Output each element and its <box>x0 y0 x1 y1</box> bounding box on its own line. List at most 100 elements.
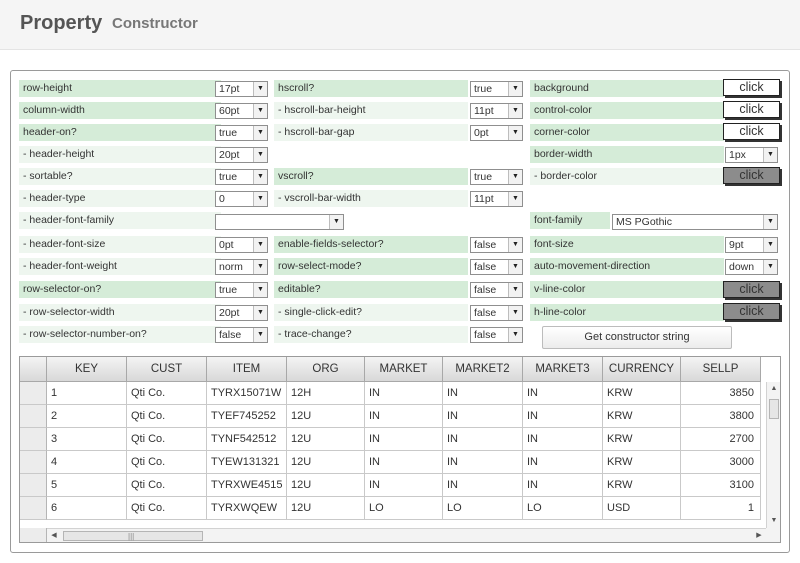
column-header-market[interactable]: MARKET <box>365 357 443 382</box>
grid-cell[interactable]: KRW <box>603 382 681 405</box>
grid-cell[interactable]: IN <box>523 451 603 474</box>
corner-color-button[interactable]: click <box>723 123 780 140</box>
grid-cell[interactable]: IN <box>365 405 443 428</box>
grid-cell[interactable]: IN <box>365 451 443 474</box>
border-color-button[interactable]: click <box>723 167 780 184</box>
grid-cell[interactable]: 12U <box>287 428 365 451</box>
row-selector-width-select[interactable]: 20pt ▼ <box>215 305 268 321</box>
grid-cell[interactable]: USD <box>603 497 681 520</box>
grid-cell[interactable]: 3850 <box>681 382 761 405</box>
grid-cell[interactable]: IN <box>365 474 443 497</box>
header-font-size-select[interactable]: 0pt ▼ <box>215 237 268 253</box>
column-header-market2[interactable]: MARKET2 <box>443 357 523 382</box>
grid-cell[interactable]: IN <box>443 382 523 405</box>
vscroll-select[interactable]: true ▼ <box>470 169 523 185</box>
grid-cell[interactable]: 4 <box>47 451 127 474</box>
header-font-family-select[interactable]: ▼ <box>215 214 344 230</box>
grid-cell[interactable]: 6 <box>47 497 127 520</box>
vscroll-bar-width-select[interactable]: 11pt ▼ <box>470 191 523 207</box>
grid-cell[interactable]: TYRXWE4515 <box>207 474 287 497</box>
hscroll-select[interactable]: true ▼ <box>470 81 523 97</box>
grid-cell[interactable]: IN <box>365 382 443 405</box>
grid-cell[interactable]: KRW <box>603 428 681 451</box>
grid-cell[interactable]: 3100 <box>681 474 761 497</box>
grid-cell[interactable]: IN <box>443 451 523 474</box>
enable-fields-selector-select[interactable]: false ▼ <box>470 237 523 253</box>
background-color-button[interactable]: click <box>723 79 780 96</box>
row-selector[interactable] <box>20 405 47 428</box>
row-selector[interactable] <box>20 497 47 520</box>
grid-cell[interactable]: 5 <box>47 474 127 497</box>
row-select-mode-select[interactable]: false ▼ <box>470 259 523 275</box>
row-selector[interactable] <box>20 382 47 405</box>
scroll-up-icon[interactable]: ▲ <box>767 382 780 396</box>
column-width-select[interactable]: 60pt ▼ <box>215 103 268 119</box>
column-header-market3[interactable]: MARKET3 <box>523 357 603 382</box>
grid-cell[interactable]: 12U <box>287 451 365 474</box>
grid-cell[interactable]: IN <box>443 405 523 428</box>
font-size-select[interactable]: 9pt ▼ <box>725 237 778 253</box>
grid-cell[interactable]: LO <box>365 497 443 520</box>
sortable-select[interactable]: true ▼ <box>215 169 268 185</box>
column-header-currency[interactable]: CURRENCY <box>603 357 681 382</box>
grid-cell[interactable]: KRW <box>603 474 681 497</box>
grid-cell[interactable]: 1 <box>47 382 127 405</box>
grid-cell[interactable]: 12U <box>287 474 365 497</box>
grid-cell[interactable]: TYEF745252 <box>207 405 287 428</box>
grid-cell[interactable]: IN <box>523 382 603 405</box>
trace-change-select[interactable]: false ▼ <box>470 327 523 343</box>
grid-cell[interactable]: KRW <box>603 451 681 474</box>
column-header-org[interactable]: ORG <box>287 357 365 382</box>
grid-cell[interactable]: IN <box>443 474 523 497</box>
row-selector-on-select[interactable]: true ▼ <box>215 282 268 298</box>
grid-cell[interactable]: TYEW131321 <box>207 451 287 474</box>
grid-cell[interactable]: Qti Co. <box>127 405 207 428</box>
grid-cell[interactable]: 12U <box>287 405 365 428</box>
grid-cell[interactable]: 12U <box>287 497 365 520</box>
vertical-scrollbar[interactable]: ▲ ▼ <box>766 382 780 528</box>
grid-cell[interactable]: 3000 <box>681 451 761 474</box>
row-selector[interactable] <box>20 451 47 474</box>
v-line-color-button[interactable]: click <box>723 281 780 298</box>
header-type-select[interactable]: 0 ▼ <box>215 191 268 207</box>
single-click-edit-select[interactable]: false ▼ <box>470 305 523 321</box>
auto-movement-direction-select[interactable]: down ▼ <box>725 259 778 275</box>
control-color-button[interactable]: click <box>723 101 780 118</box>
header-height-select[interactable]: 20pt ▼ <box>215 147 268 163</box>
horizontal-scroll-thumb[interactable]: ||| <box>63 531 203 541</box>
grid-cell[interactable]: 2 <box>47 405 127 428</box>
grid-cell[interactable]: TYNF542512 <box>207 428 287 451</box>
scroll-down-icon[interactable]: ▼ <box>767 514 780 528</box>
font-family-select[interactable]: MS PGothic ▼ <box>612 214 778 230</box>
row-selector[interactable] <box>20 474 47 497</box>
vertical-scroll-thumb[interactable] <box>769 399 779 419</box>
hscroll-bar-height-select[interactable]: 11pt ▼ <box>470 103 523 119</box>
editable-select[interactable]: false ▼ <box>470 282 523 298</box>
grid-cell[interactable]: TYRX15071W <box>207 382 287 405</box>
get-constructor-string-button[interactable]: Get constructor string <box>542 326 732 349</box>
grid-cell[interactable]: TYRXWQEW <box>207 497 287 520</box>
border-width-select[interactable]: 1px ▼ <box>725 147 778 163</box>
header-on-select[interactable]: true ▼ <box>215 125 268 141</box>
grid-cell[interactable]: LO <box>523 497 603 520</box>
grid-cell[interactable]: IN <box>523 428 603 451</box>
grid-cell[interactable]: 1 <box>681 497 761 520</box>
scroll-right-icon[interactable]: ▶ <box>752 529 766 542</box>
column-header-cust[interactable]: CUST <box>127 357 207 382</box>
column-header-key[interactable]: KEY <box>47 357 127 382</box>
grid-cell[interactable]: 3800 <box>681 405 761 428</box>
grid-cell[interactable]: IN <box>523 405 603 428</box>
grid-cell[interactable]: 12H <box>287 382 365 405</box>
scroll-left-icon[interactable]: ◀ <box>47 529 61 542</box>
grid-cell[interactable]: Qti Co. <box>127 474 207 497</box>
grid-cell[interactable]: Qti Co. <box>127 382 207 405</box>
grid-cell[interactable]: KRW <box>603 405 681 428</box>
h-line-color-button[interactable]: click <box>723 303 780 320</box>
grid-cell[interactable]: Qti Co. <box>127 451 207 474</box>
horizontal-scrollbar[interactable]: ◀ ||| ▶ <box>47 528 766 542</box>
hscroll-bar-gap-select[interactable]: 0pt ▼ <box>470 125 523 141</box>
header-font-weight-select[interactable]: norm ▼ <box>215 259 268 275</box>
grid-cell[interactable]: Qti Co. <box>127 497 207 520</box>
column-header-item[interactable]: ITEM <box>207 357 287 382</box>
grid-cell[interactable]: 3 <box>47 428 127 451</box>
